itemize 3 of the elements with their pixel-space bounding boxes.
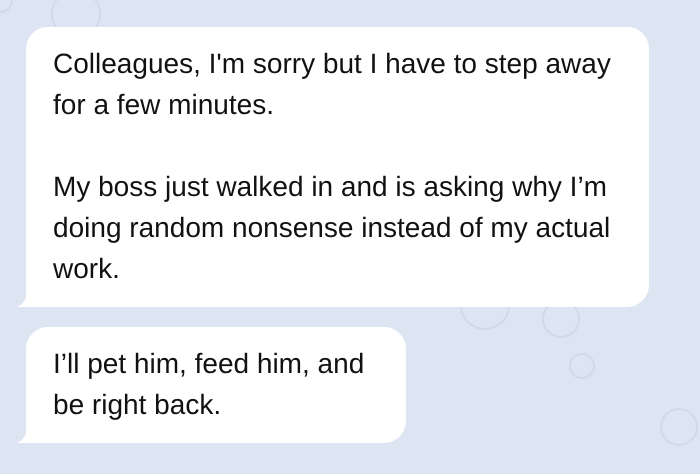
message-text: Colleagues, I'm sorry but I have to step away for a few minutes. (53, 47, 612, 122)
message-text: I’ll pet him, feed him, and be right back. (53, 347, 366, 422)
message-text: My boss just walked in and is asking why I’m doing random nonsense instead of my actual work. (53, 170, 612, 286)
